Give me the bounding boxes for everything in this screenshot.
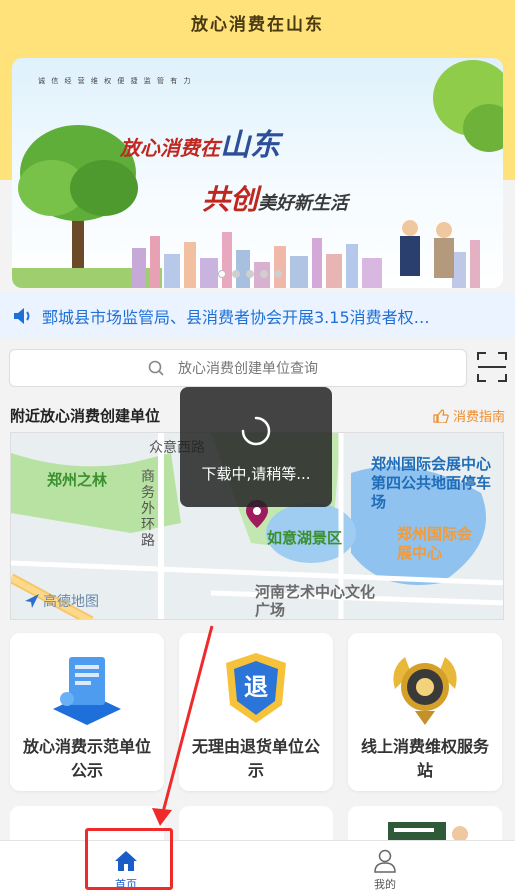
consumer-guide-label[interactable]: 消费指南: [453, 406, 505, 425]
carousel-dot[interactable]: [246, 270, 254, 278]
consumer-guide-link[interactable]: 消费指南: [433, 406, 505, 425]
banner-headline-small: 放心消费在: [120, 136, 220, 160]
annotation-highlight-box: [85, 828, 173, 890]
tab-profile[interactable]: 我的: [325, 841, 445, 895]
return-badge-icon: 退: [226, 653, 286, 723]
service-card-label: 线上消费维权服务站: [360, 737, 489, 780]
speaker-icon: [14, 308, 30, 324]
medal-icon: [393, 657, 457, 725]
banner-tree-right: [433, 60, 503, 152]
carousel-dot[interactable]: [232, 270, 240, 278]
banner-headline: 放心消费在山东: [120, 120, 280, 164]
bottom-tab-bar: 首页 我的: [0, 840, 515, 895]
thumb-icon: [433, 408, 449, 423]
banner-subline-big: 共创: [202, 183, 259, 216]
banner-subline-small: 美好新生活: [258, 193, 349, 214]
map-logo: 高德地图: [25, 591, 99, 611]
notice-text[interactable]: 鄄城县市场监管局、县消费者协会开展3.15消费者权…: [42, 304, 502, 328]
banner-carousel[interactable]: 诚 信 经 营 维 权 便 捷 监 管 有 力 放心消费在山东 共创美好新生活: [12, 58, 503, 288]
loading-toast-text: 下载中,请稍等...: [201, 465, 311, 483]
banner-handshake-figures: [400, 220, 454, 278]
carousel-dot[interactable]: [218, 270, 226, 278]
map-label-road: 商务外环路: [141, 469, 155, 549]
page-title: 放心消费在山东: [191, 15, 324, 35]
annotation-arrow: [152, 625, 214, 826]
map-label-expo: 郑州国际会展中心: [397, 525, 473, 562]
carousel-dot[interactable]: [274, 270, 282, 278]
banner-headline-big: 山东: [220, 128, 280, 163]
notice-bar[interactable]: 鄄城县市场监管局、县消费者协会开展3.15消费者权…: [0, 294, 515, 338]
carousel-dot[interactable]: [260, 270, 268, 278]
banner-subline: 共创美好新生活: [202, 178, 348, 218]
map-label-area: 郑州之林: [47, 471, 108, 489]
user-icon: [374, 849, 396, 873]
tab-profile-label: 我的: [374, 878, 396, 891]
search-placeholder: 放心消费创建单位查询: [178, 361, 318, 377]
search-input[interactable]: 放心消费创建单位查询: [9, 349, 467, 387]
map-logo-text: 高德地图: [43, 594, 99, 610]
nearby-section-title: 附近放心消费创建单位: [10, 407, 161, 425]
search-icon: [148, 360, 164, 376]
carousel-indicator: [218, 270, 282, 278]
map-label-lake: 如意湖景区: [267, 529, 343, 547]
loading-spinner-icon: [241, 416, 271, 446]
svg-text:退: 退: [244, 673, 268, 701]
map-label-art-center: 河南艺术中心文化广场: [255, 583, 376, 619]
loading-toast: 下载中,请稍等...: [180, 387, 332, 507]
service-card-online-rights[interactable]: 线上消费维权服务站: [348, 633, 502, 791]
certificate-board-icon: [53, 657, 121, 725]
scan-icon[interactable]: [476, 350, 508, 384]
map-label-parking: 郑州国际会展中心第四公共地面停车场: [371, 455, 492, 511]
service-card-label: 放心消费示范单位公示: [22, 737, 151, 780]
map-logo-icon: [25, 594, 39, 608]
